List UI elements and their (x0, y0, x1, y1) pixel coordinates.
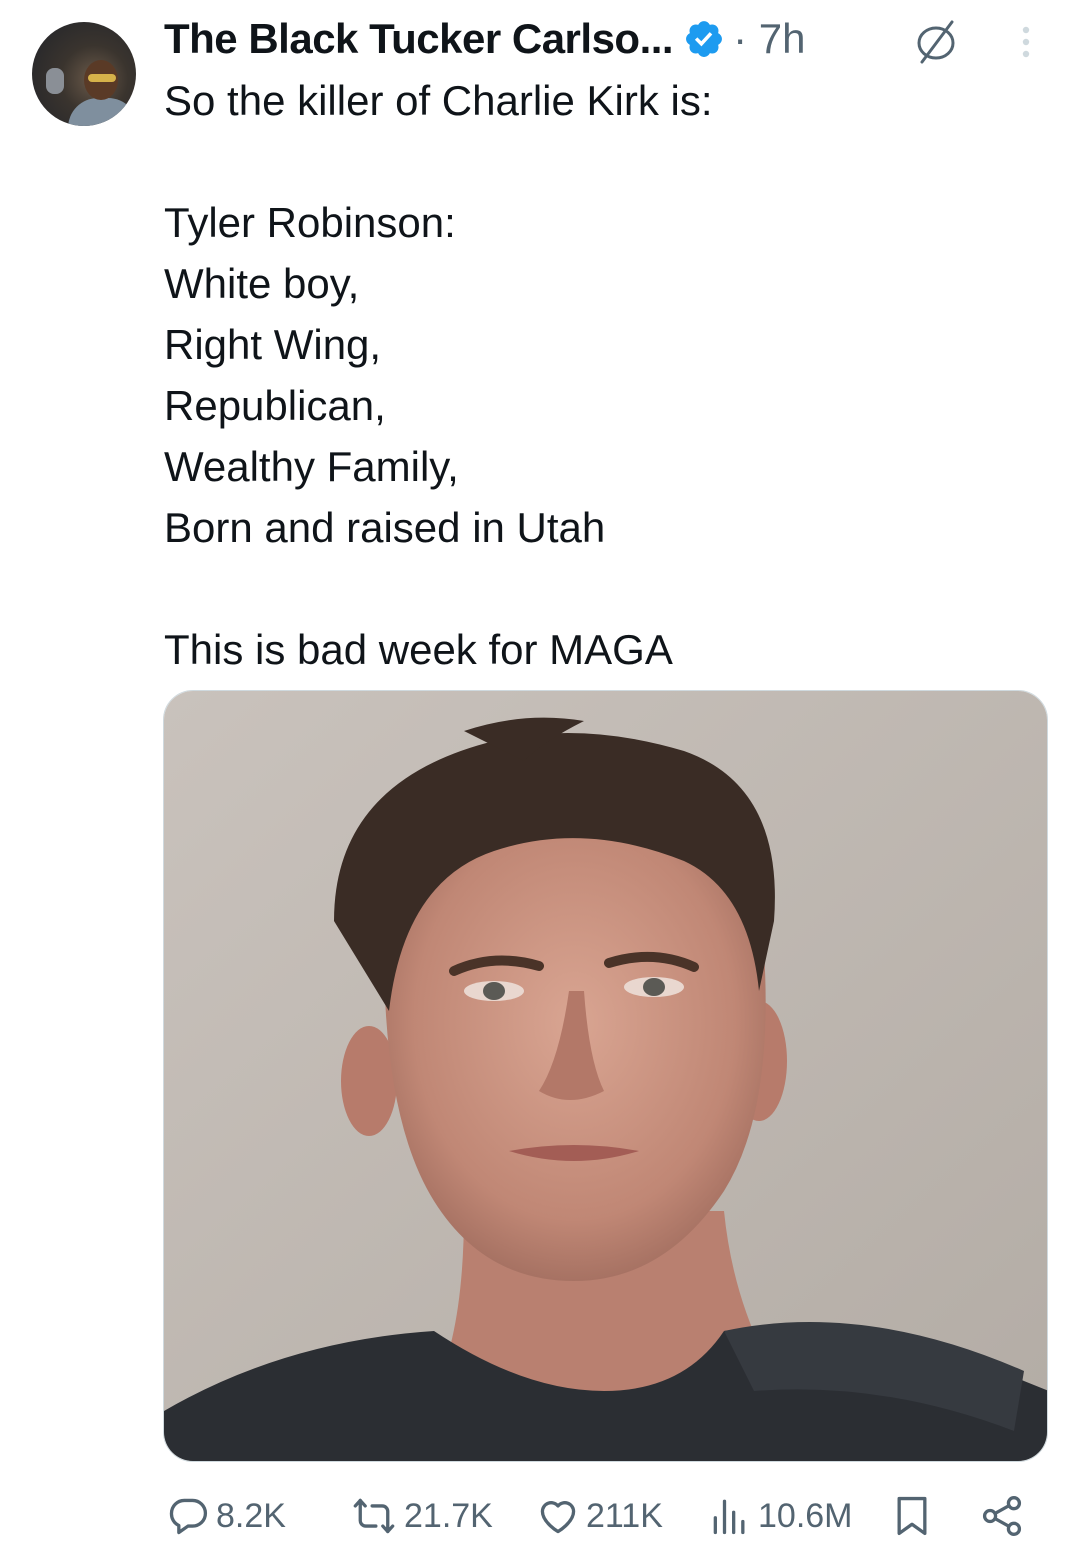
avatar-hand (46, 68, 64, 94)
bookmark-button[interactable] (890, 1488, 934, 1544)
bookmark-icon (897, 1496, 927, 1536)
share-icon (982, 1496, 1022, 1536)
reply-icon (169, 1498, 208, 1535)
more-options-icon[interactable] (1014, 22, 1038, 62)
views-icon (713, 1499, 745, 1535)
repost-button[interactable]: 21.7K (350, 1488, 493, 1544)
repost-count: 21.7K (404, 1496, 493, 1535)
views-button[interactable]: 10.6M (708, 1488, 853, 1544)
retweet-icon (353, 1498, 395, 1534)
reply-button[interactable]: 8.2K (166, 1488, 286, 1544)
avatar-shirt (68, 98, 136, 126)
tweet-time[interactable]: · 7h (733, 15, 805, 63)
share-button[interactable] (980, 1488, 1024, 1544)
views-count: 10.6M (758, 1496, 853, 1535)
author-display-name[interactable]: The Black Tucker Carlso... (164, 15, 674, 63)
like-icon (540, 1501, 576, 1534)
like-count: 211K (586, 1496, 663, 1535)
photo-illustration (164, 691, 1047, 1461)
like-button[interactable]: 211K (536, 1488, 663, 1544)
tweet-action-bar: 8.2K 21.7K 211K 10.6M (0, 1488, 1080, 1544)
tweet-photo[interactable] (163, 690, 1048, 1462)
tweet-text: So the killer of Charlie Kirk is: Tyler … (164, 77, 713, 673)
verified-badge-icon (686, 21, 723, 57)
grok-icon[interactable] (912, 18, 960, 66)
tweet-header: The Black Tucker Carlso... · 7h (164, 10, 805, 68)
avatar-glasses (88, 74, 116, 82)
author-avatar[interactable] (32, 22, 136, 126)
reply-count: 8.2K (216, 1496, 286, 1535)
